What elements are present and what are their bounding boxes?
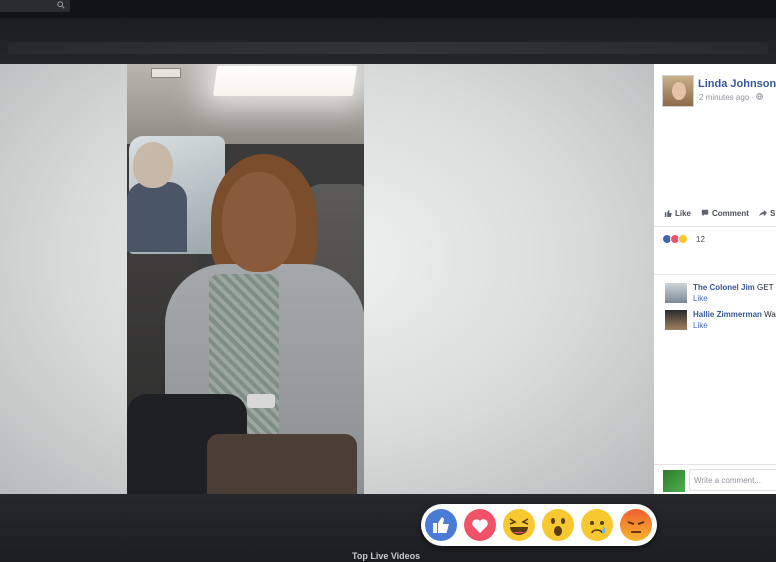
search-icon[interactable] [57, 1, 65, 9]
post-timestamp[interactable]: 2 minutes ago [699, 93, 749, 102]
love-reaction-icon[interactable] [463, 508, 497, 542]
angry-reaction-icon[interactable] [619, 508, 653, 542]
like-button[interactable]: Like [664, 209, 691, 218]
sad-reaction-icon[interactable] [580, 508, 614, 542]
comment-label: Comment [712, 209, 749, 218]
man-outside-body [127, 182, 187, 252]
top-live-videos-heading: Top Live Videos [352, 551, 421, 561]
author-avatar[interactable] [662, 75, 694, 107]
globe-icon [756, 93, 764, 100]
share-button[interactable]: S [759, 209, 775, 218]
thumbs-up-icon [664, 209, 672, 217]
like-label: Like [675, 209, 692, 218]
avatar-face [672, 82, 686, 100]
search-box[interactable] [0, 0, 70, 12]
blurred-page-content [8, 42, 768, 54]
comments-divider [654, 274, 776, 275]
like-reaction-icon[interactable] [424, 508, 458, 542]
post-actions-bar: Like Comment S [654, 203, 776, 227]
haha-icon [678, 234, 688, 244]
comment-line: Hallie Zimmerman Wa [693, 310, 776, 319]
comment-input[interactable]: Write a comment... [689, 469, 776, 491]
comment-composer: Write a comment... [654, 464, 776, 494]
comment-item: Hallie Zimmerman Wa Like [665, 310, 776, 336]
comment-text: GET C [757, 283, 776, 292]
comment-text: Wa [764, 310, 776, 319]
video-viewer[interactable] [0, 64, 654, 494]
car-sunroof [212, 66, 358, 96]
reaction-count: 12 [696, 235, 705, 244]
purse [207, 434, 357, 494]
comment-like-link[interactable]: Like [693, 294, 708, 303]
comment-button[interactable]: Comment [701, 209, 749, 218]
commenter-name[interactable]: The Colonel Jim [693, 283, 755, 292]
comment-like-link[interactable]: Like [693, 321, 708, 330]
man-outside-head [133, 142, 173, 188]
commenter-avatar[interactable] [665, 283, 687, 303]
video-frame[interactable] [127, 64, 364, 494]
commenter-name[interactable]: Hallie Zimmerman [693, 310, 762, 319]
share-label: S [770, 209, 776, 218]
comment-bubble-icon [701, 209, 709, 217]
comment-line: The Colonel Jim GET C [693, 283, 776, 292]
post-timestamp-line: 2 minutes ago · [699, 93, 764, 102]
reaction-picker [421, 504, 657, 546]
author-name-link[interactable]: Linda Johnson [698, 78, 776, 90]
author-name-line: Linda Johnson is [698, 78, 776, 90]
bracelet [247, 394, 275, 408]
comment-item: The Colonel Jim GET C Like [665, 283, 776, 309]
post-side-panel: Linda Johnson is 2 minutes ago · Like Co… [654, 64, 776, 494]
dimmed-page-backdrop [0, 18, 776, 64]
share-arrow-icon [759, 209, 767, 217]
current-user-avatar [663, 470, 685, 492]
commenter-avatar[interactable] [665, 310, 687, 330]
woman-face [222, 172, 296, 272]
top-navigation-bar [0, 0, 776, 18]
visor-sticker [151, 68, 181, 78]
wow-reaction-icon[interactable] [541, 508, 575, 542]
haha-reaction-icon[interactable] [502, 508, 536, 542]
